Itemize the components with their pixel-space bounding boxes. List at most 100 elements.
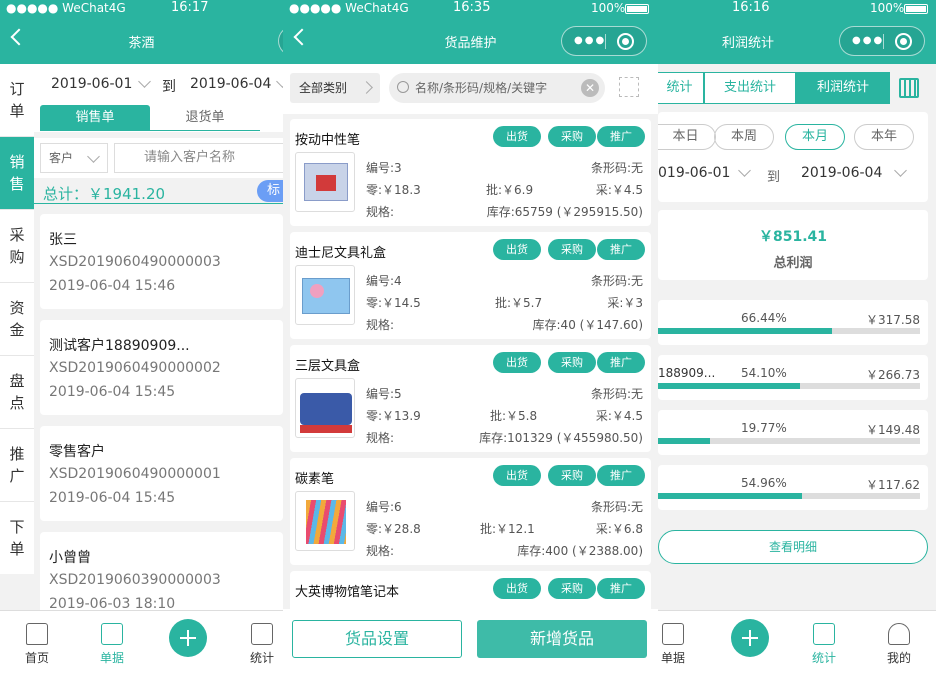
purchase-button[interactable]: 采购 — [548, 352, 596, 373]
clock: 16:16 — [732, 0, 770, 15]
retail-price: 零:￥14.5 — [366, 296, 421, 310]
sidebar-item-funds[interactable]: 资金 — [8, 283, 26, 355]
screen-goods: ●●●●● WeChat4G 16:35 100% 货品维护 ●●● 全部类别 … — [283, 0, 658, 700]
date-from[interactable]: 019-06-01 — [658, 165, 730, 181]
profit-summary: ￥851.41 总利润 — [658, 210, 928, 280]
promote-button[interactable]: 推广 — [597, 578, 645, 599]
add-button[interactable] — [731, 619, 769, 657]
total-amount: 总计：￥1941.20 — [43, 185, 166, 203]
goods-settings-button[interactable]: 货品设置 — [292, 620, 462, 658]
tab-home[interactable]: 首页 — [12, 623, 62, 666]
purchase-button[interactable]: 采购 — [548, 239, 596, 260]
profit-row[interactable]: 66.44% ￥317.58 — [658, 300, 928, 345]
product-stock: 库存:101329 (￥455980.50) — [479, 431, 643, 445]
capsule-menu[interactable]: ●●● — [839, 26, 925, 56]
tab-statistics[interactable]: 统计 — [237, 623, 283, 666]
order-card[interactable]: 零售客户 XSD2019060490000001 2019-06-04 15:4… — [40, 426, 283, 521]
sidebar-item-promote[interactable]: 推广 — [8, 429, 26, 501]
tab-bar: 单据 统计 我的 — [658, 610, 936, 700]
tab-sales-order[interactable]: 销售单 — [40, 105, 150, 131]
tab-stats[interactable]: 统计 — [658, 72, 704, 104]
carrier-label: ●●●●● WeChat4G — [6, 1, 126, 15]
period-week[interactable]: 本周 — [714, 124, 774, 150]
customer-select[interactable]: 客户 — [40, 143, 108, 173]
chevron-right-icon — [360, 81, 373, 94]
tab-mine[interactable]: 我的 — [874, 623, 924, 666]
tab-mine-label: 我的 — [886, 651, 911, 665]
scan-icon[interactable] — [619, 77, 639, 97]
view-details-button[interactable]: 查看明细 — [658, 530, 928, 564]
chevron-down-icon[interactable] — [738, 164, 751, 177]
period-today[interactable]: 本日 — [658, 124, 716, 150]
promote-button[interactable]: 推广 — [597, 239, 645, 260]
order-card[interactable]: 张三 XSD2019060490000003 2019-06-04 15:46 — [40, 214, 283, 309]
tab-profit-stats[interactable]: 利润统计 — [796, 72, 890, 104]
product-card[interactable]: 碳素笔 出货 采购 推广 编号:6 条形码:无 零:￥28.8 批:￥12.1 … — [290, 458, 651, 565]
chevron-down-icon[interactable] — [894, 164, 907, 177]
battery-label: 100% — [591, 1, 626, 15]
tab-return-order[interactable]: 退货单 — [150, 105, 260, 131]
product-card[interactable]: 大英博物馆笔记本 出货 采购 推广 — [290, 571, 651, 609]
ship-button[interactable]: 出货 — [493, 352, 541, 373]
close-target-icon[interactable] — [895, 33, 912, 50]
add-button[interactable] — [169, 619, 207, 657]
date-to[interactable]: 2019-06-04 — [801, 165, 882, 181]
chevron-down-icon[interactable] — [276, 75, 283, 88]
order-number: XSD2019060490000003 — [49, 254, 221, 270]
clear-icon[interactable]: ✕ — [581, 79, 599, 97]
date-from[interactable]: 2019-06-01 — [51, 76, 132, 92]
add-goods-button[interactable]: 新增货品 — [477, 620, 647, 658]
promote-button[interactable]: 推广 — [597, 465, 645, 486]
sidebar-item-orders[interactable]: 订单 — [8, 64, 26, 136]
close-target-icon[interactable] — [617, 33, 634, 50]
status-bar: ●●●●● WeChat4G 16:17 — [0, 0, 283, 17]
promote-button[interactable]: 推广 — [597, 352, 645, 373]
product-card[interactable]: 按动中性笔 出货 采购 推广 编号:3 条形码:无 零:￥18.3 批:￥6.9… — [290, 119, 651, 226]
ship-button[interactable]: 出货 — [493, 239, 541, 260]
period-month[interactable]: 本月 — [785, 124, 845, 150]
more-dots-icon[interactable]: ●●● — [574, 36, 606, 46]
tab-statistics[interactable]: 统计 — [799, 623, 849, 666]
profit-row[interactable]: 54.96% ￥117.62 — [658, 465, 928, 510]
order-time: 2019-06-04 15:45 — [49, 490, 176, 506]
customer-name-input[interactable]: 请输入客户名称 — [114, 143, 283, 173]
search-input[interactable]: 名称/条形码/规格/关键字 ✕ — [389, 73, 605, 103]
battery-label: 100% — [870, 1, 905, 15]
ship-button[interactable]: 出货 — [493, 578, 541, 599]
profit-row[interactable]: 19.77% ￥149.48 — [658, 410, 928, 455]
ship-button[interactable]: 出货 — [493, 465, 541, 486]
profit-row[interactable]: 188909... 54.10% ￥266.73 — [658, 355, 928, 400]
sidebar-item-sales[interactable]: 销售 — [0, 137, 34, 209]
sidebar-item-purchase[interactable]: 采购 — [8, 210, 26, 282]
order-card[interactable]: 测试客户18890909... XSD2019060490000002 2019… — [40, 320, 283, 415]
chart-icon[interactable] — [899, 78, 919, 98]
promote-button[interactable]: 推广 — [597, 126, 645, 147]
nav-bar: 利润统计 ●●● — [658, 17, 936, 64]
tag-badge[interactable]: 标 — [257, 180, 283, 202]
purchase-button[interactable]: 采购 — [548, 126, 596, 147]
order-customer: 小曾曾 — [49, 550, 91, 566]
tab-expense-stats[interactable]: 支出统计 — [704, 72, 796, 104]
sidebar-item-place-order[interactable]: 下单 — [8, 502, 26, 574]
row-percent: 54.96% — [741, 476, 787, 490]
date-to[interactable]: 2019-06-04 — [190, 76, 271, 92]
search-icon — [397, 81, 409, 93]
purchase-price: 采:￥3 — [607, 296, 643, 310]
page-title: 利润统计 — [721, 36, 774, 51]
ship-button[interactable]: 出货 — [493, 126, 541, 147]
more-dots-icon[interactable]: ●●● — [852, 36, 884, 46]
category-select[interactable]: 全部类别 — [290, 73, 380, 103]
period-year[interactable]: 本年 — [854, 124, 914, 150]
product-name: 碳素笔 — [295, 472, 335, 487]
capsule-menu[interactable]: ●●● — [561, 26, 647, 56]
tab-documents[interactable]: 单据 — [87, 623, 137, 666]
wholesale-price: 批:￥5.7 — [495, 296, 543, 310]
order-customer: 张三 — [49, 232, 77, 248]
chevron-down-icon[interactable] — [138, 75, 151, 88]
sidebar-item-inventory[interactable]: 盘点 — [8, 356, 26, 428]
purchase-button[interactable]: 采购 — [548, 465, 596, 486]
product-card[interactable]: 迪士尼文具礼盒 出货 采购 推广 编号:4 条形码:无 零:￥14.5 批:￥5… — [290, 232, 651, 339]
tab-documents[interactable]: 单据 — [658, 623, 698, 666]
product-card[interactable]: 三层文具盒 出货 采购 推广 编号:5 条形码:无 零:￥13.9 批:￥5.8… — [290, 345, 651, 452]
purchase-button[interactable]: 采购 — [548, 578, 596, 599]
